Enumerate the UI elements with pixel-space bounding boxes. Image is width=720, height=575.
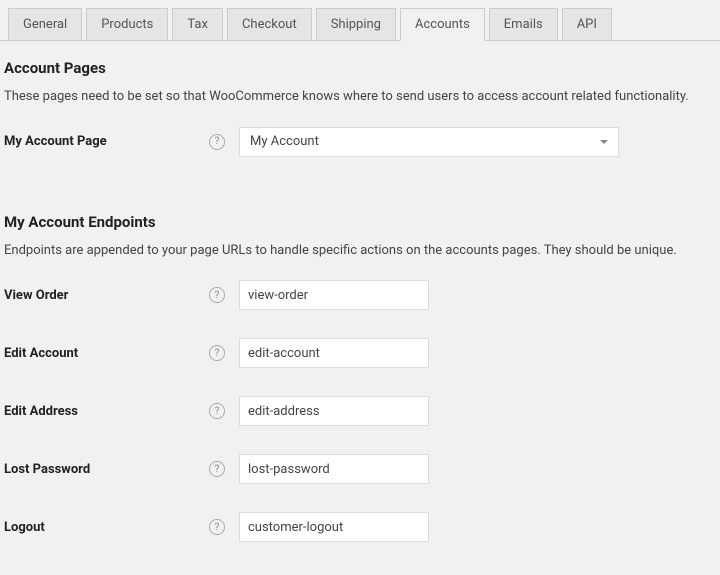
account-pages-desc: These pages need to be set so that WooCo…: [4, 87, 716, 107]
help-icon[interactable]: ?: [209, 403, 225, 419]
view-order-input[interactable]: [239, 280, 429, 310]
endpoints-heading: My Account Endpoints: [4, 213, 716, 231]
my-account-page-select-value: My Account: [250, 134, 319, 149]
lost-password-input[interactable]: [239, 454, 429, 484]
logout-label: Logout: [4, 520, 45, 535]
lost-password-label: Lost Password: [4, 462, 90, 477]
view-order-label: View Order: [4, 288, 68, 303]
edit-account-row: Edit Account ?: [4, 338, 716, 368]
edit-address-label: Edit Address: [4, 404, 78, 419]
edit-address-row: Edit Address ?: [4, 396, 716, 426]
logout-input[interactable]: [239, 512, 429, 542]
logout-row: Logout ?: [4, 512, 716, 542]
edit-account-label: Edit Account: [4, 346, 78, 361]
tab-checkout[interactable]: Checkout: [227, 8, 312, 40]
help-icon[interactable]: ?: [209, 519, 225, 535]
my-account-page-select[interactable]: My Account: [239, 127, 619, 157]
endpoints-desc: Endpoints are appended to your page URLs…: [4, 241, 716, 261]
tab-products[interactable]: Products: [86, 8, 168, 40]
edit-address-input[interactable]: [239, 396, 429, 426]
tab-shipping[interactable]: Shipping: [316, 8, 396, 40]
tab-general[interactable]: General: [8, 8, 82, 40]
account-pages-heading: Account Pages: [4, 59, 716, 77]
help-icon[interactable]: ?: [209, 345, 225, 361]
tab-accounts[interactable]: Accounts: [400, 8, 485, 41]
tab-emails[interactable]: Emails: [489, 8, 558, 40]
view-order-row: View Order ?: [4, 280, 716, 310]
help-icon[interactable]: ?: [209, 461, 225, 477]
my-account-page-row: My Account Page ? My Account: [4, 127, 716, 157]
lost-password-row: Lost Password ?: [4, 454, 716, 484]
settings-tabs: General Products Tax Checkout Shipping A…: [0, 0, 720, 41]
tab-tax[interactable]: Tax: [172, 8, 223, 40]
chevron-down-icon: [600, 140, 608, 144]
edit-account-input[interactable]: [239, 338, 429, 368]
tab-api[interactable]: API: [562, 8, 612, 40]
help-icon[interactable]: ?: [209, 287, 225, 303]
my-account-page-label: My Account Page: [4, 134, 107, 149]
help-icon[interactable]: ?: [209, 134, 225, 150]
